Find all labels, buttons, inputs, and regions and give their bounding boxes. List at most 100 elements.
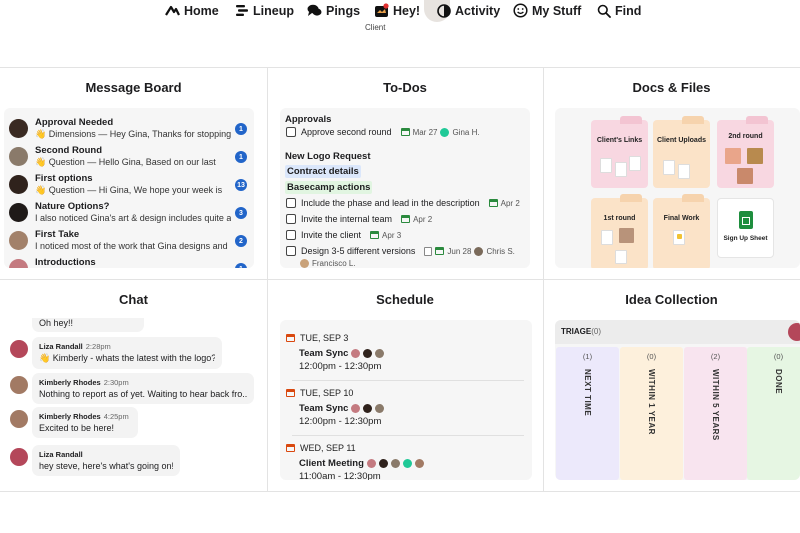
todo-checkbox[interactable]	[286, 127, 296, 137]
todos-title[interactable]: To-Dos	[267, 80, 543, 95]
todo-list-heading[interactable]: New Logo Request	[285, 151, 371, 162]
chat-card[interactable]: Oh hey!! Liza Randall 2:28pm 👋 Kimberly -…	[4, 318, 257, 480]
todo-text[interactable]: Include the phase and lead in the descri…	[301, 198, 480, 208]
spreadsheet-icon	[739, 211, 753, 229]
schedule-title[interactable]: Schedule	[267, 292, 543, 307]
nav-pings[interactable]: Pings	[307, 3, 360, 18]
message-item[interactable]: Introductions 1	[9, 256, 249, 268]
avatar	[9, 119, 28, 138]
folder-clients-links[interactable]: Client's Links	[591, 116, 648, 188]
card-column[interactable]: (2) WITHIN 5 YEARS	[684, 347, 747, 480]
message-item[interactable]: Approval Needed 👋 Dimensions — Hey Gina,…	[9, 116, 249, 144]
file-thumbnail	[677, 234, 682, 239]
card-column[interactable]: (0) WITHIN 1 YEAR	[620, 347, 683, 480]
event-time: 11:00am - 12:30pm	[299, 471, 381, 480]
comment-count-badge: 1	[235, 123, 247, 135]
message-item[interactable]: Second Round 👋 Question — Hello Gina, Ba…	[9, 144, 249, 172]
triage-column[interactable]: TRIAGE(0)	[555, 320, 800, 344]
event-date: TUE, SEP 3	[300, 333, 349, 343]
nav-label: Lineup	[253, 3, 294, 18]
folder-2nd-round[interactable]: 2nd round	[717, 116, 774, 188]
search-icon	[596, 3, 611, 18]
file-thumbnail	[678, 164, 690, 179]
avatar	[375, 349, 385, 358]
assignee: Chris S.	[486, 246, 515, 256]
idea-collection-title[interactable]: Idea Collection	[543, 292, 800, 307]
doc-name: Sign Up Sheet	[723, 235, 768, 242]
todos-card[interactable]: Approvals Approve second round Mar 27 Gi…	[280, 108, 530, 268]
todo-checkbox[interactable]	[286, 246, 296, 256]
schedule-card[interactable]: TUE, SEP 3 Team Sync 12:00pm - 12:30pm T…	[280, 320, 532, 480]
folder-1st-round[interactable]: 1st round	[591, 194, 648, 268]
nav-lineup[interactable]: Lineup	[234, 3, 294, 18]
file-thumbnail	[725, 148, 741, 164]
nav-label: Home	[184, 3, 219, 18]
nav-find[interactable]: Find	[596, 3, 641, 18]
todo-text[interactable]: Design 3-5 different versions	[301, 246, 415, 256]
message-item[interactable]: First Take I noticed most of the work th…	[9, 228, 249, 256]
todo-list-heading[interactable]: Approvals	[285, 114, 331, 125]
todo-checkbox[interactable]	[286, 230, 296, 240]
chat-text: Nothing to report as of yet. Waiting to …	[39, 389, 247, 399]
contract-details-label: Contract details	[285, 165, 361, 178]
nav-label: Find	[615, 3, 642, 18]
todo-item: Design 3-5 different versions Jun 28 Chr…	[286, 246, 515, 256]
nav-hey[interactable]: Hey!	[374, 3, 420, 18]
chat-time: 2:28pm	[85, 342, 111, 351]
file-thumbnail	[615, 250, 627, 264]
notes-icon	[424, 246, 433, 256]
todo-text[interactable]: Approve second round	[301, 127, 392, 137]
column-count: (2)	[710, 352, 721, 361]
todo-text[interactable]: Invite the internal team	[301, 214, 392, 224]
message-excerpt: I also noticed Gina's art & design inclu…	[35, 213, 231, 223]
chat-message: Kimberly Rhodes 2:30pm Nothing to report …	[32, 373, 254, 404]
docs-files-title[interactable]: Docs & Files	[543, 80, 800, 95]
message-item[interactable]: First options 👋 Question — Hi Gina, We h…	[9, 172, 249, 200]
message-excerpt: 👋 Question — Hi Gina, We hope your week …	[35, 185, 223, 195]
basecamp-mountain-icon	[165, 3, 180, 18]
folder-client-uploads[interactable]: Client Uploads	[653, 116, 710, 188]
calendar-icon	[400, 128, 410, 136]
event-title: Team Sync	[299, 348, 349, 359]
sign-up-sheet-doc[interactable]: Sign Up Sheet	[717, 198, 774, 258]
chat-message: Oh hey!!	[32, 318, 144, 332]
nav-home[interactable]: Home	[165, 3, 219, 18]
avatar	[474, 246, 484, 256]
avatar	[9, 231, 28, 250]
event-date: TUE, SEP 10	[300, 388, 354, 398]
message-title: First Take	[35, 229, 80, 240]
chat-title[interactable]: Chat	[0, 292, 267, 307]
lineup-icon	[234, 3, 249, 18]
event-title: Client Meeting	[299, 458, 364, 469]
todo-text[interactable]: Invite the client	[301, 230, 361, 240]
idea-collection-card[interactable]: TRIAGE(0) (1) NEXT TIME (0) WITHIN 1 YEA…	[555, 320, 800, 480]
chat-text: hey steve, here's what's going on!	[39, 461, 173, 471]
folder-name: 2nd round	[728, 133, 763, 140]
message-board-title[interactable]: Message Board	[0, 80, 267, 95]
file-thumbnail	[600, 158, 612, 173]
card-column[interactable]: (1) NEXT TIME	[556, 347, 619, 480]
folder-name: 1st round	[603, 215, 636, 222]
avatar	[402, 459, 412, 468]
event-time: 12:00pm - 12:30pm	[299, 361, 382, 372]
folder-final-work[interactable]: Final Work	[653, 194, 710, 268]
avatar	[9, 259, 28, 268]
schedule-event[interactable]: WED, SEP 11 Client Meeting 11:00am - 12:…	[286, 443, 526, 480]
event-time: 12:00pm - 12:30pm	[299, 416, 382, 427]
comment-count-badge: 1	[235, 263, 247, 268]
nav-activity[interactable]: Activity	[436, 3, 500, 18]
chat-author: Liza Randall	[39, 450, 83, 459]
due-date: Mar 27	[412, 127, 438, 137]
folder-tab	[620, 194, 642, 202]
card-column[interactable]: (0) DONE	[747, 347, 800, 480]
message-item[interactable]: Nature Options? I also noticed Gina's ar…	[9, 200, 249, 228]
docs-files-card[interactable]: Client's Links Client Uploads 2nd round …	[555, 108, 800, 268]
nav-my-stuff[interactable]: My Stuff	[513, 3, 581, 18]
todo-checkbox[interactable]	[286, 198, 296, 208]
message-board-card[interactable]: Approval Needed 👋 Dimensions — Hey Gina,…	[4, 108, 254, 268]
todo-checkbox[interactable]	[286, 214, 296, 224]
folder-tab	[746, 116, 768, 124]
calendar-icon	[286, 334, 295, 342]
project-label: Client	[365, 23, 386, 32]
assignee: Gina H.	[452, 127, 480, 137]
